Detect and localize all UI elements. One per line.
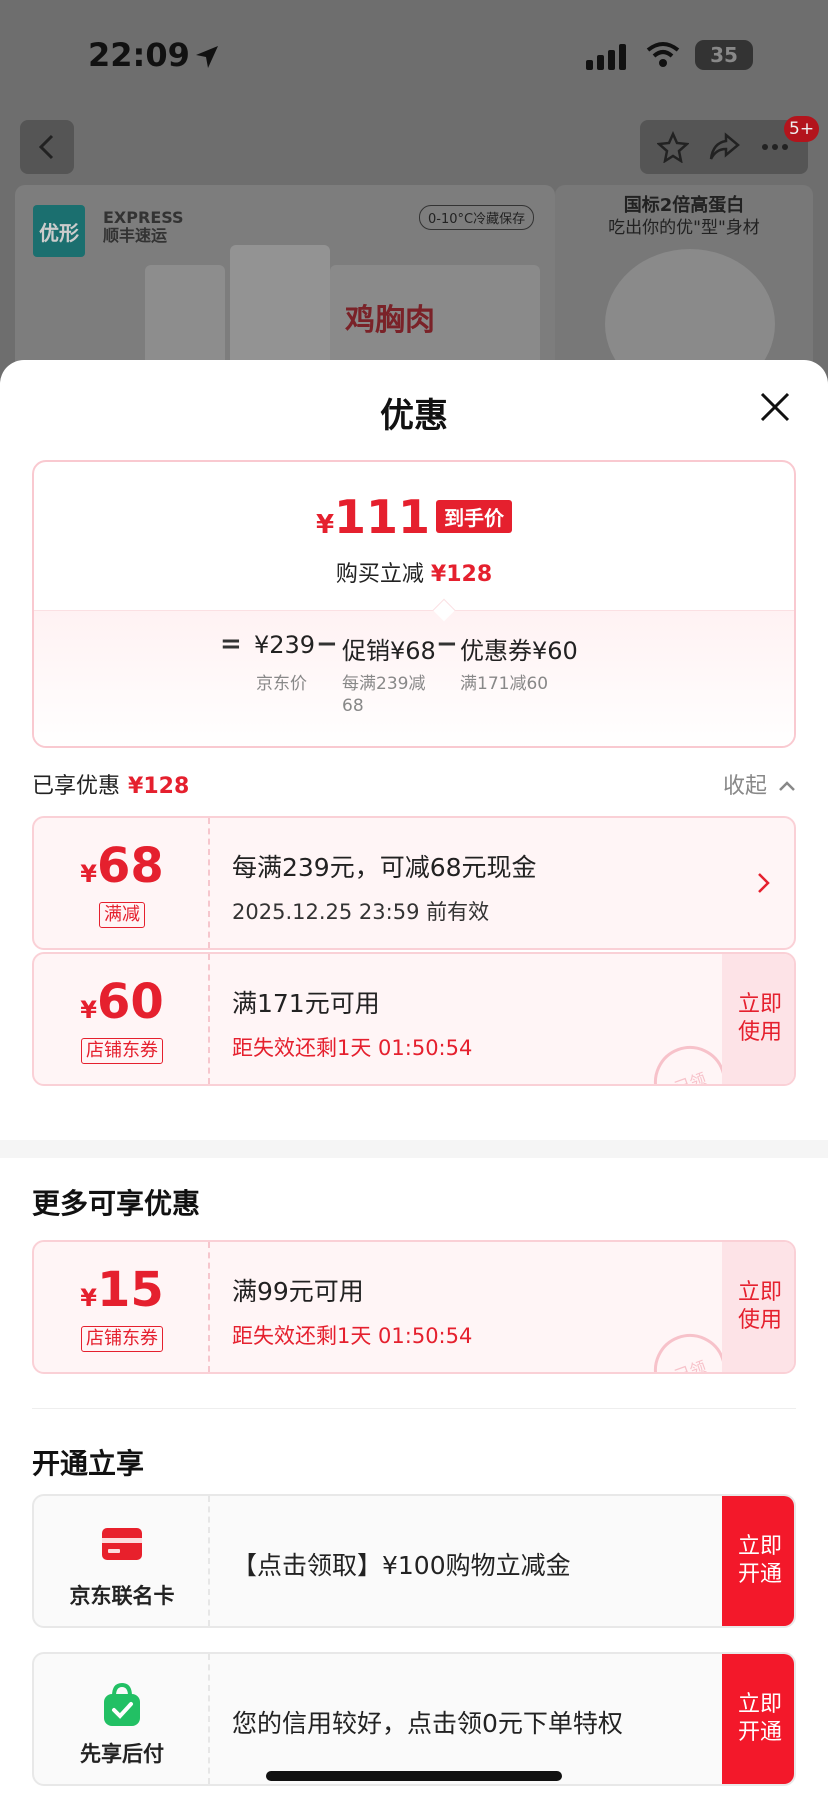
coupon-type-tag: 店铺东券 [34, 1326, 210, 1352]
service-info-panel: 先享后付 [34, 1654, 210, 1784]
coupon-type-tag: 店铺东券 [34, 1038, 210, 1064]
enjoyed-label: 已享优惠 [32, 774, 121, 799]
service-name: 京东联名卡 [69, 1584, 175, 1608]
coupon-amount: ¥60 [34, 974, 210, 1030]
section-gap [0, 1140, 828, 1158]
promo-label: 每满239减 68 [342, 674, 426, 716]
store-coupon-60: ¥60 店铺东券 满171元可用 距失效还剩1天 01:50:54 已领 立即 … [32, 952, 796, 1086]
reduce-label: 购买立减 [335, 562, 424, 587]
enjoyed-amount: ¥128 [128, 774, 190, 799]
jd-price-label: 京东价 [256, 674, 307, 694]
discount-sheet: 优惠 ¥111 到手价 购买立减 ¥128 = ¥239 京东价 − 促销¥68 … [0, 360, 828, 1795]
co-branded-card-offer: 京东联名卡 【点击领取】¥100购物立减金 立即 开通 [32, 1494, 796, 1628]
promo-text: 国标2倍高蛋白 吃出你的优"型"身材 [555, 195, 813, 239]
shopping-bag-icon [104, 1682, 140, 1726]
currency-symbol: ¥ [315, 510, 335, 540]
coupon-validity: 2025.12.25 23:59 前有效 [232, 900, 490, 924]
status-bar: 22:09 35 [0, 0, 828, 110]
product-name-text: 鸡胸肉 [345, 303, 435, 338]
equals-sign: = [220, 629, 242, 659]
promo-amount: 促销¥68 [342, 637, 436, 665]
coupon-description: 满99元可用 [232, 1277, 364, 1306]
use-now-button[interactable]: 立即 使用 [722, 1242, 794, 1372]
background-page: 22:09 35 5+ 优形 EXPRESS 顺丰速运 0-10°C冷藏保存 鸡… [0, 0, 828, 405]
top-action-group [640, 120, 808, 174]
minus-sign: − [436, 629, 458, 659]
coupon-description: 满171元可用 [232, 989, 380, 1018]
battery-indicator: 35 [695, 40, 753, 70]
coupon-amount: 优惠券¥60 [460, 637, 578, 665]
home-indicator [266, 1771, 562, 1781]
final-price-tag: 到手价 [436, 500, 513, 533]
status-time: 22:09 [88, 36, 190, 74]
price-breakdown: = ¥239 京东价 − 促销¥68 每满239减 68 − 优惠券¥60 满1… [34, 610, 794, 746]
promo-line-2: 吃出你的优"型"身材 [608, 218, 760, 238]
enjoyed-discount-row: 已享优惠 ¥128 收起 [32, 768, 796, 802]
coupon-value: 15 [96, 1262, 164, 1318]
star-favorite-icon[interactable] [657, 131, 690, 163]
final-price-line: ¥111 到手价 [34, 490, 794, 544]
brand-logo: 优形 [33, 205, 85, 257]
reduce-line: 购买立减 ¥128 [34, 556, 794, 588]
coupon-currency: ¥ [80, 860, 97, 888]
coupon-value-panel: ¥68 满减 [34, 818, 210, 948]
reduce-amount: ¥128 [430, 562, 493, 587]
courier-logo: EXPRESS 顺丰速运 [103, 208, 184, 245]
collapse-label: 收起 [722, 774, 767, 799]
coupon-type-label: 店铺东券 [81, 1038, 163, 1064]
sheet-title: 优惠 [380, 396, 448, 436]
message-count-badge: 5+ [784, 116, 820, 142]
price-summary-card: ¥111 到手价 购买立减 ¥128 = ¥239 京东价 − 促销¥68 每满2… [32, 460, 796, 748]
service-name: 先享后付 [80, 1742, 164, 1766]
coupon-value-panel: ¥15 店铺东券 [34, 1242, 210, 1372]
coupon-currency: ¥ [80, 1284, 97, 1312]
coupon-type-label: 店铺东券 [81, 1326, 163, 1352]
service-info-panel: 京东联名卡 [34, 1496, 210, 1626]
open-now-button[interactable]: 立即 开通 [722, 1654, 794, 1784]
enjoyed-label-wrap: 已享优惠 ¥128 [32, 768, 189, 800]
coupon-value: 60 [96, 974, 164, 1030]
open-now-button[interactable]: 立即 开通 [722, 1496, 794, 1626]
service-description: 您的信用较好，点击领0元下单特权 [232, 1709, 623, 1738]
cold-chain-tag: 0-10°C冷藏保存 [419, 205, 535, 230]
use-now-button[interactable]: 立即 使用 [722, 954, 794, 1084]
final-price: 111 [334, 490, 431, 544]
promotion-coupon-68[interactable]: ¥68 满减 每满239元，可减68元现金 2025.12.25 23:59 前… [32, 816, 796, 950]
collapse-button[interactable]: 收起 [723, 768, 796, 800]
open-to-enjoy-title: 开通立享 [32, 1447, 145, 1480]
chevron-right-icon [758, 873, 770, 893]
jd-price: ¥239 [254, 631, 316, 659]
promo-line-1: 国标2倍高蛋白 [623, 195, 745, 216]
service-description: 【点击领取】¥100购物立减金 [232, 1551, 571, 1580]
chevron-up-icon [779, 781, 795, 791]
coupon-value-panel: ¥60 店铺东券 [34, 954, 210, 1084]
coupon-type-label: 满减 [99, 902, 145, 928]
chevron-left-icon [38, 134, 54, 160]
location-arrow-icon [196, 46, 218, 68]
more-discounts-title: 更多可享优惠 [32, 1187, 201, 1220]
pay-later-offer: 先享后付 您的信用较好，点击领0元下单特权 立即 开通 [32, 1652, 796, 1786]
coupon-label: 满171减60 [460, 674, 549, 694]
card-icon [102, 1528, 142, 1560]
share-icon[interactable] [708, 131, 740, 163]
close-icon[interactable] [758, 390, 792, 424]
coupon-type-tag: 满减 [34, 902, 210, 928]
coupon-currency: ¥ [80, 996, 97, 1024]
minus-sign: − [316, 629, 338, 659]
store-coupon-15: ¥15 店铺东券 满99元可用 距失效还剩1天 01:50:54 已领 立即 使… [32, 1240, 796, 1374]
coupon-description: 每满239元，可减68元现金 [232, 853, 537, 882]
cellular-signal-icon [586, 44, 626, 70]
coupon-amount: ¥15 [34, 1262, 210, 1318]
coupon-countdown: 距失效还剩1天 01:50:54 [232, 1324, 473, 1348]
back-button[interactable] [20, 120, 74, 174]
section-divider [32, 1408, 796, 1409]
coupon-countdown: 距失效还剩1天 01:50:54 [232, 1036, 473, 1060]
coupon-value: 68 [96, 838, 164, 894]
wifi-icon [646, 42, 680, 67]
coupon-amount: ¥68 [34, 838, 210, 894]
summary-top: ¥111 到手价 购买立减 ¥128 [34, 462, 794, 610]
